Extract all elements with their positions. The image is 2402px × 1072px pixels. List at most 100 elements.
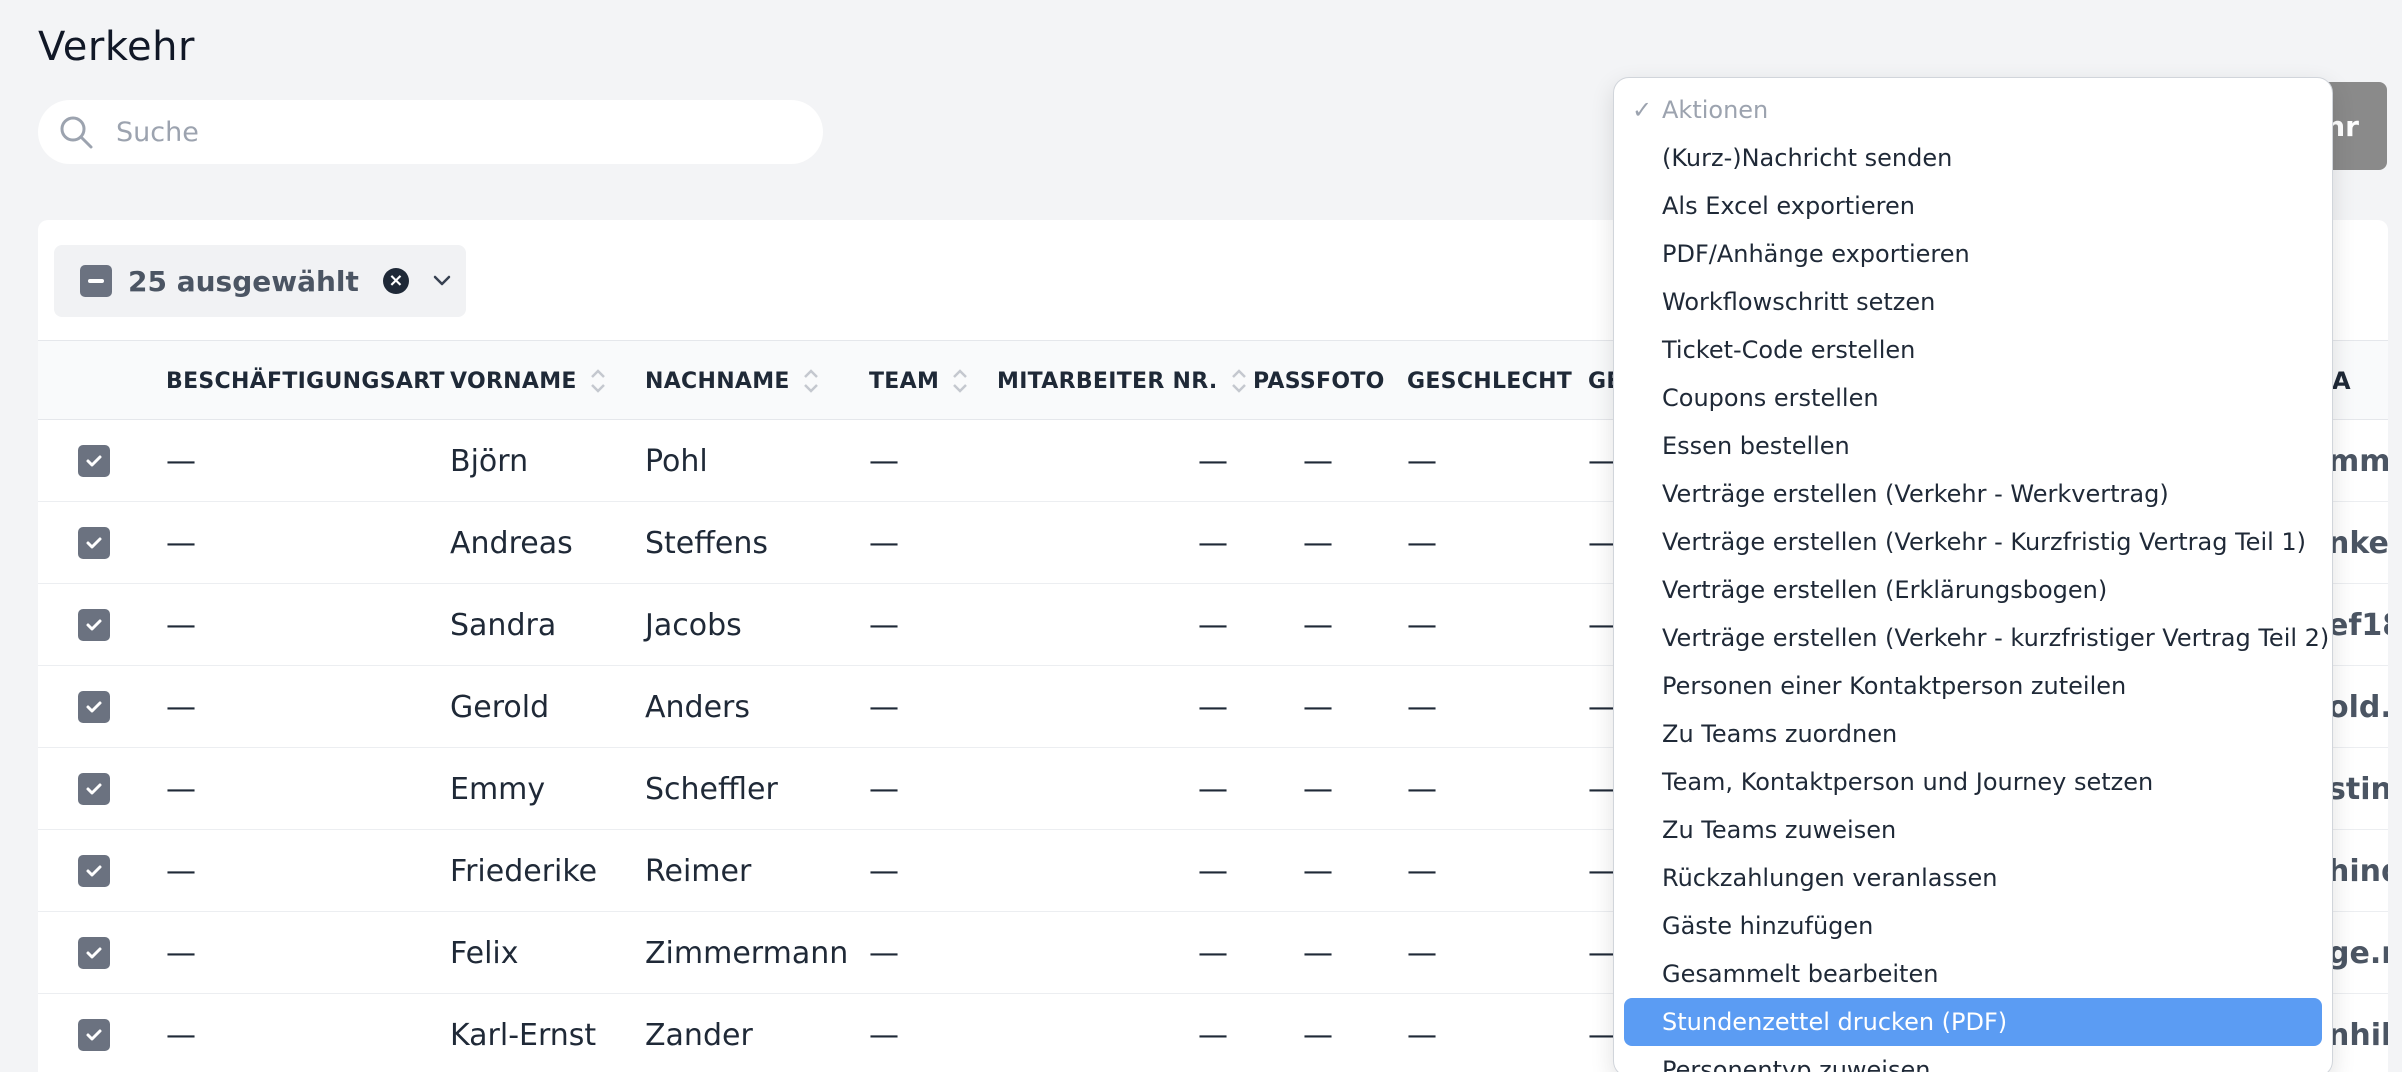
actions-menu-item[interactable]: (Kurz-)Nachricht senden xyxy=(1614,134,2332,182)
actions-menu-item[interactable]: Essen bestellen xyxy=(1614,422,2332,470)
chevron-down-icon[interactable] xyxy=(429,268,455,294)
cell-vorname: Gerold xyxy=(450,689,550,725)
cell-email: nkel xyxy=(2328,525,2388,561)
deselect-checkbox[interactable] xyxy=(80,265,112,297)
check-icon xyxy=(86,783,102,795)
actions-menu-item[interactable]: Stundenzettel drucken (PDF) xyxy=(1624,998,2322,1046)
cell-nachname: Scheffler xyxy=(645,771,778,807)
cell-beschaeftigungsart: — xyxy=(166,935,196,971)
actions-menu-header: ✓ Aktionen xyxy=(1632,96,1769,124)
cell-geschlecht: — xyxy=(1407,443,1437,479)
cell-vorname: Andreas xyxy=(450,525,573,561)
column-header-team[interactable]: TEAM xyxy=(869,341,969,421)
actions-menu-item[interactable]: Verträge erstellen (Erklärungsbogen) xyxy=(1614,566,2332,614)
cell-mitarbeiter-nr: — xyxy=(1198,443,1228,479)
row-checkbox[interactable] xyxy=(78,855,110,887)
search-bar[interactable] xyxy=(38,100,823,164)
actions-menu-item[interactable]: Verträge erstellen (Verkehr - kurzfristi… xyxy=(1614,614,2332,662)
column-header-geschlecht: GESCHLECHT xyxy=(1407,368,1573,394)
column-header-beschaeftigungsart: BESCHÄFTIGUNGSART xyxy=(166,368,445,394)
cell-passfoto: — xyxy=(1303,607,1333,643)
sort-icon[interactable] xyxy=(589,366,607,396)
page-title: Verkehr xyxy=(38,24,195,70)
row-checkbox[interactable] xyxy=(78,527,110,559)
cell-passfoto: — xyxy=(1303,525,1333,561)
cell-nachname: Jacobs xyxy=(645,607,742,643)
clear-selection-icon[interactable]: × xyxy=(382,268,409,294)
cell-email: nhild xyxy=(2328,1017,2388,1053)
cell-nachname: Pohl xyxy=(645,443,708,479)
row-checkbox[interactable] xyxy=(78,609,110,641)
cell-email: ge.ro xyxy=(2328,935,2388,971)
check-icon xyxy=(86,619,102,631)
cell-geschlecht: — xyxy=(1407,689,1437,725)
actions-menu-item[interactable]: Coupons erstellen xyxy=(1614,374,2332,422)
cell-team: — xyxy=(869,935,899,971)
check-icon xyxy=(86,455,102,467)
actions-menu-item[interactable]: Personentyp zuweisen xyxy=(1614,1046,2332,1072)
cell-email: ef18 xyxy=(2328,607,2388,643)
check-icon xyxy=(86,1029,102,1041)
row-checkbox[interactable] xyxy=(78,773,110,805)
cell-nachname: Anders xyxy=(645,689,750,725)
cell-beschaeftigungsart: — xyxy=(166,771,196,807)
actions-menu-item[interactable]: PDF/Anhänge exportieren xyxy=(1614,230,2332,278)
selection-dropdown[interactable]: 25 ausgewählt × xyxy=(54,245,466,317)
cell-geschlecht: — xyxy=(1407,771,1437,807)
actions-menu-item[interactable]: Gesammelt bearbeiten xyxy=(1614,950,2332,998)
check-icon: ✓ xyxy=(1632,96,1653,124)
row-checkbox[interactable] xyxy=(78,1019,110,1051)
cell-geschlecht: — xyxy=(1407,1017,1437,1053)
cell-beschaeftigungsart: — xyxy=(166,525,196,561)
column-header-vorname[interactable]: VORNAME xyxy=(450,341,607,421)
actions-menu-item[interactable]: Verträge erstellen (Verkehr - Werkvertra… xyxy=(1614,470,2332,518)
cell-passfoto: — xyxy=(1303,935,1333,971)
selection-count: 25 ausgewählt xyxy=(128,264,359,298)
cell-team: — xyxy=(869,771,899,807)
actions-menu-item[interactable]: Team, Kontaktperson und Journey setzen xyxy=(1614,758,2332,806)
actions-menu-item[interactable]: Ticket-Code erstellen xyxy=(1614,326,2332,374)
cell-team: — xyxy=(869,525,899,561)
actions-menu-item[interactable]: Zu Teams zuweisen xyxy=(1614,806,2332,854)
cell-geschlecht: — xyxy=(1407,525,1437,561)
search-icon xyxy=(60,116,93,149)
actions-menu-item[interactable]: Verträge erstellen (Verkehr - Kurzfristi… xyxy=(1614,518,2332,566)
cell-beschaeftigungsart: — xyxy=(166,853,196,889)
cell-email: stin. xyxy=(2328,771,2388,807)
sort-icon[interactable] xyxy=(802,366,820,396)
row-checkbox[interactable] xyxy=(78,937,110,969)
cell-mitarbeiter-nr: — xyxy=(1198,853,1228,889)
cell-beschaeftigungsart: — xyxy=(166,443,196,479)
cell-vorname: Friederike xyxy=(450,853,598,889)
actions-menu-item[interactable]: Zu Teams zuordnen xyxy=(1614,710,2332,758)
sort-icon[interactable] xyxy=(951,366,969,396)
cell-passfoto: — xyxy=(1303,443,1333,479)
cell-team: — xyxy=(869,689,899,725)
actions-menu-item[interactable]: Als Excel exportieren xyxy=(1614,182,2332,230)
column-header-nachname[interactable]: NACHNAME xyxy=(645,341,820,421)
cell-beschaeftigungsart: — xyxy=(166,1017,196,1053)
search-input[interactable] xyxy=(116,116,736,148)
cell-nachname: Reimer xyxy=(645,853,752,889)
check-icon xyxy=(86,537,102,549)
cell-email: hind xyxy=(2328,853,2388,889)
cell-vorname: Emmy xyxy=(450,771,546,807)
cell-mitarbeiter-nr: — xyxy=(1198,1017,1228,1053)
actions-menu-item[interactable]: Workflowschritt setzen xyxy=(1614,278,2332,326)
check-icon xyxy=(86,947,102,959)
row-checkbox[interactable] xyxy=(78,445,110,477)
row-checkbox[interactable] xyxy=(78,691,110,723)
cell-passfoto: — xyxy=(1303,1017,1333,1053)
actions-menu-item[interactable]: Gäste hinzufügen xyxy=(1614,902,2332,950)
sort-icon[interactable] xyxy=(1230,366,1248,396)
cell-mitarbeiter-nr: — xyxy=(1198,525,1228,561)
column-header-passfoto: PASSFOTO xyxy=(1253,368,1385,394)
cell-vorname: Karl-Ernst xyxy=(450,1017,597,1053)
cell-email: mme xyxy=(2328,443,2388,479)
actions-menu-item[interactable]: Rückzahlungen veranlassen xyxy=(1614,854,2332,902)
check-icon xyxy=(86,701,102,713)
column-header-mitarbeiter-nr[interactable]: MITARBEITER NR. xyxy=(997,341,1248,421)
cell-mitarbeiter-nr: — xyxy=(1198,771,1228,807)
actions-dropdown[interactable]: ✓ Aktionen (Kurz-)Nachricht senden Als Ex… xyxy=(1613,77,2333,1072)
actions-menu-item[interactable]: Personen einer Kontaktperson zuteilen xyxy=(1614,662,2332,710)
